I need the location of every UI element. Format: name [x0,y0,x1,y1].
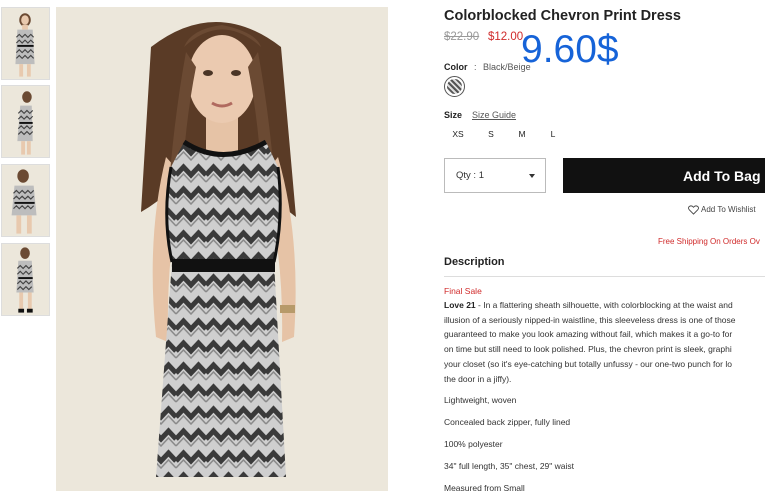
main-product-image [56,7,388,491]
model-dress-illustration [56,7,388,491]
color-separator: : [474,62,477,72]
caret-down-icon [529,174,535,178]
thumbnail-image-3 [2,165,49,236]
size-option-l[interactable]: L [543,129,563,139]
detail-item: Lightweight, woven [444,395,517,405]
description-paragraph: Love 21 - In a flattering sheath silhoue… [444,298,765,386]
wishlist-label: Add To Wishlist [701,205,756,215]
quantity-select[interactable]: Qty : 1 [444,158,546,193]
add-to-bag-button[interactable]: Add To Bag [563,158,765,193]
description-line: - In a flattering sheath silhouette, wit… [475,300,733,310]
description-divider [444,276,765,277]
heart-outline-icon [688,205,699,215]
detail-item: 34" full length, 35" chest, 29" waist [444,461,575,471]
sale-price: $12.00 [488,31,524,43]
add-to-wishlist-link[interactable]: Add To Wishlist [688,205,756,215]
color-row: Color : Black/Beige [444,62,531,72]
description-line: guaranteed to make you look amazing with… [444,329,733,340]
thumbnail-1[interactable] [1,7,50,80]
final-sale-label: Final Sale [444,286,482,296]
product-title: Colorblocked Chevron Print Dress [444,8,681,24]
size-guide-link[interactable]: Size Guide [472,110,516,120]
size-option-m[interactable]: M [512,129,532,139]
description-line: the door in a jiffy). [444,373,512,384]
description-line: your closet (so it's eye-catching but to… [444,358,732,369]
free-shipping-note: Free Shipping On Orders Ov [658,237,760,246]
detail-item: 100% polyester [444,439,503,449]
overlay-price-annotation: 9.60$ [521,28,619,71]
thumbnail-4[interactable] [1,243,50,316]
size-option-xs[interactable]: XS [448,129,468,139]
color-value: Black/Beige [483,62,531,72]
color-label: Color [444,62,468,72]
size-label: Size [444,110,463,120]
detail-item: Measured from Small [444,483,525,491]
quantity-value: Qty : 1 [456,170,484,181]
thumbnail-2[interactable] [1,85,50,158]
detail-item: Concealed back zipper, fully lined [444,417,571,427]
thumbnail-image-4 [2,244,49,315]
thumbnail-image-2 [2,86,49,157]
description-heading: Description [444,256,505,268]
size-option-s[interactable]: S [481,129,501,139]
brand-name: Love 21 [444,300,476,310]
description-line: on time but still need to look polished.… [444,344,732,355]
thumbnail-3[interactable] [1,164,50,237]
original-price: $22.90 [444,31,480,43]
color-swatch-black-beige[interactable] [444,76,465,97]
thumbnail-image-1 [2,8,49,79]
description-line: illusion of a seriously nipped-in waistl… [444,314,736,325]
